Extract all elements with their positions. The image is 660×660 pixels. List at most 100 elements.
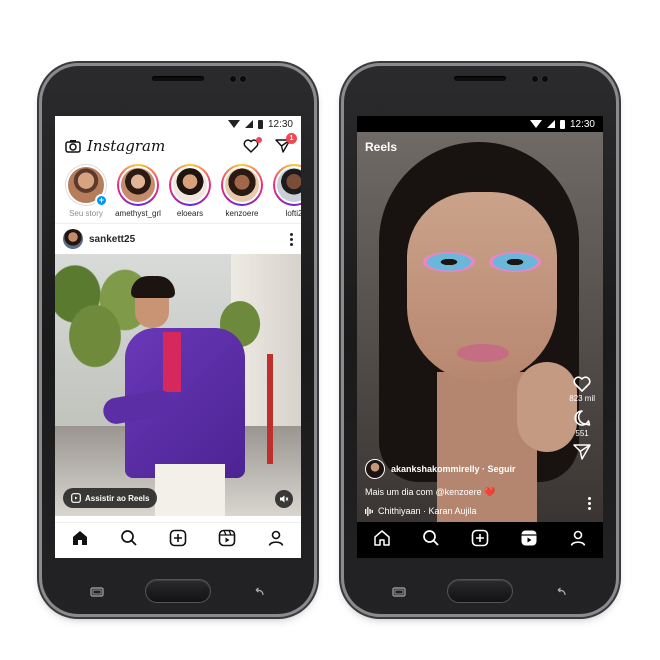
- share-button[interactable]: [573, 444, 591, 460]
- post-header: sankett25: [55, 224, 301, 254]
- signal-icon: [546, 120, 555, 128]
- person-pants: [155, 464, 225, 516]
- earpiece-speaker: [454, 76, 506, 81]
- back-icon[interactable]: [554, 587, 568, 597]
- watch-reels-button[interactable]: Assistir ao Reels: [63, 488, 158, 508]
- more-options-icon[interactable]: [588, 497, 591, 510]
- search-icon: [120, 530, 137, 546]
- hardware-home-button[interactable]: [448, 580, 512, 602]
- story-ring: [117, 164, 159, 206]
- app-logo: Instagram: [87, 137, 166, 155]
- story-item[interactable]: lofti2: [271, 164, 301, 223]
- reel-caption: Mais um dia com @kenzoere ❤️: [365, 487, 496, 497]
- comment-count: 551: [575, 429, 589, 438]
- profile-icon: [269, 530, 284, 546]
- status-time: 12:30: [569, 118, 595, 130]
- nav-create[interactable]: [471, 529, 489, 552]
- direct-messages-button[interactable]: 1: [275, 133, 297, 153]
- person-lips: [457, 344, 509, 362]
- story-name: kenzoere: [225, 209, 259, 218]
- reels-icon: [521, 530, 537, 545]
- app-header: Instagram 1: [55, 132, 301, 160]
- nav-profile[interactable]: [267, 529, 285, 552]
- post-author[interactable]: sankett25: [63, 229, 135, 249]
- reels-title: Reels: [365, 140, 398, 154]
- send-icon: [573, 444, 591, 460]
- background-pole: [267, 354, 273, 464]
- nav-search[interactable]: [422, 529, 440, 552]
- music-icon: [365, 506, 373, 516]
- comment-button[interactable]: 551: [573, 409, 591, 438]
- stories-tray: + Seu story amethyst_grl eloears kenzoer…: [55, 160, 301, 224]
- status-bar: 12:30: [357, 116, 603, 132]
- profile-icon: [571, 530, 586, 546]
- reel-info: akankshakommirelly · Seguir Mais um dia …: [365, 459, 573, 516]
- hardware-home-button[interactable]: [146, 580, 210, 602]
- post-username[interactable]: sankett25: [89, 234, 135, 245]
- person-hair: [131, 276, 175, 298]
- heart-icon: [573, 376, 591, 392]
- status-bar: 12:30: [55, 116, 301, 132]
- back-icon[interactable]: [252, 587, 266, 597]
- story-name: eloears: [176, 209, 204, 218]
- front-sensors: [230, 76, 246, 82]
- nav-reels[interactable]: [218, 529, 236, 552]
- add-icon: [169, 529, 187, 547]
- story-ring: [169, 164, 211, 206]
- add-icon: [471, 529, 489, 546]
- activity-button[interactable]: [243, 137, 262, 153]
- home-icon: [72, 531, 87, 545]
- reel-actions: 823 mil 551: [569, 376, 595, 460]
- signal-icon: [244, 120, 253, 128]
- avatar[interactable]: [365, 459, 385, 479]
- comment-icon: [574, 410, 591, 426]
- nav-search[interactable]: [120, 529, 138, 552]
- status-time: 12:30: [267, 118, 293, 130]
- post-media[interactable]: Assistir ao Reels: [55, 254, 301, 516]
- wifi-icon: [529, 120, 542, 128]
- reel-audio[interactable]: Chithiyaan · Karan Aujila: [365, 506, 573, 516]
- bottom-nav: [357, 522, 603, 558]
- story-name: amethyst_grl: [115, 209, 161, 218]
- story-item[interactable]: kenzoere: [219, 164, 265, 223]
- story-ring: [273, 164, 301, 206]
- reel-author[interactable]: akankshakommirelly · Seguir: [365, 459, 573, 479]
- avatar: [171, 166, 209, 204]
- add-story-icon[interactable]: +: [95, 194, 108, 207]
- like-button[interactable]: 823 mil: [569, 376, 595, 403]
- reels-screen: 12:30 Reels 823 mil 551 akankshakommirel…: [357, 116, 603, 558]
- phone-feed: 12:30 Instagram 1 + Seu story amethyst_g…: [42, 66, 314, 614]
- reel-username[interactable]: akankshakommirelly · Seguir: [391, 464, 516, 474]
- story-item[interactable]: eloears: [167, 164, 213, 223]
- story-name: lofti2: [285, 209, 301, 218]
- mute-button[interactable]: [275, 490, 293, 508]
- avatar: [223, 166, 261, 204]
- recent-apps-icon[interactable]: [392, 587, 406, 597]
- reel-audio-label: Chithiyaan · Karan Aujila: [378, 506, 477, 516]
- story-ring: [221, 164, 263, 206]
- activity-dot: [256, 137, 262, 143]
- avatar[interactable]: [63, 229, 83, 249]
- mute-icon: [280, 495, 289, 503]
- story-item[interactable]: + Seu story: [63, 164, 109, 223]
- nav-reels[interactable]: [520, 529, 538, 552]
- nav-create[interactable]: [169, 529, 187, 552]
- person-eye: [423, 252, 475, 272]
- camera-icon[interactable]: [65, 139, 81, 153]
- messages-badge: 1: [286, 133, 297, 144]
- story-item[interactable]: amethyst_grl: [115, 164, 161, 223]
- nav-home[interactable]: [71, 529, 89, 552]
- story-name: Seu story: [69, 209, 103, 218]
- wifi-icon: [227, 120, 240, 128]
- front-sensors: [532, 76, 548, 82]
- more-options-icon[interactable]: [290, 232, 293, 246]
- nav-profile[interactable]: [569, 529, 587, 552]
- recent-apps-icon[interactable]: [90, 587, 104, 597]
- battery-icon: [559, 119, 565, 129]
- earpiece-speaker: [152, 76, 204, 81]
- bottom-nav: [55, 522, 301, 558]
- watch-reels-label: Assistir ao Reels: [85, 493, 150, 503]
- reels-icon: [218, 529, 236, 547]
- nav-home[interactable]: [373, 529, 391, 552]
- feed-screen: 12:30 Instagram 1 + Seu story amethyst_g…: [55, 116, 301, 558]
